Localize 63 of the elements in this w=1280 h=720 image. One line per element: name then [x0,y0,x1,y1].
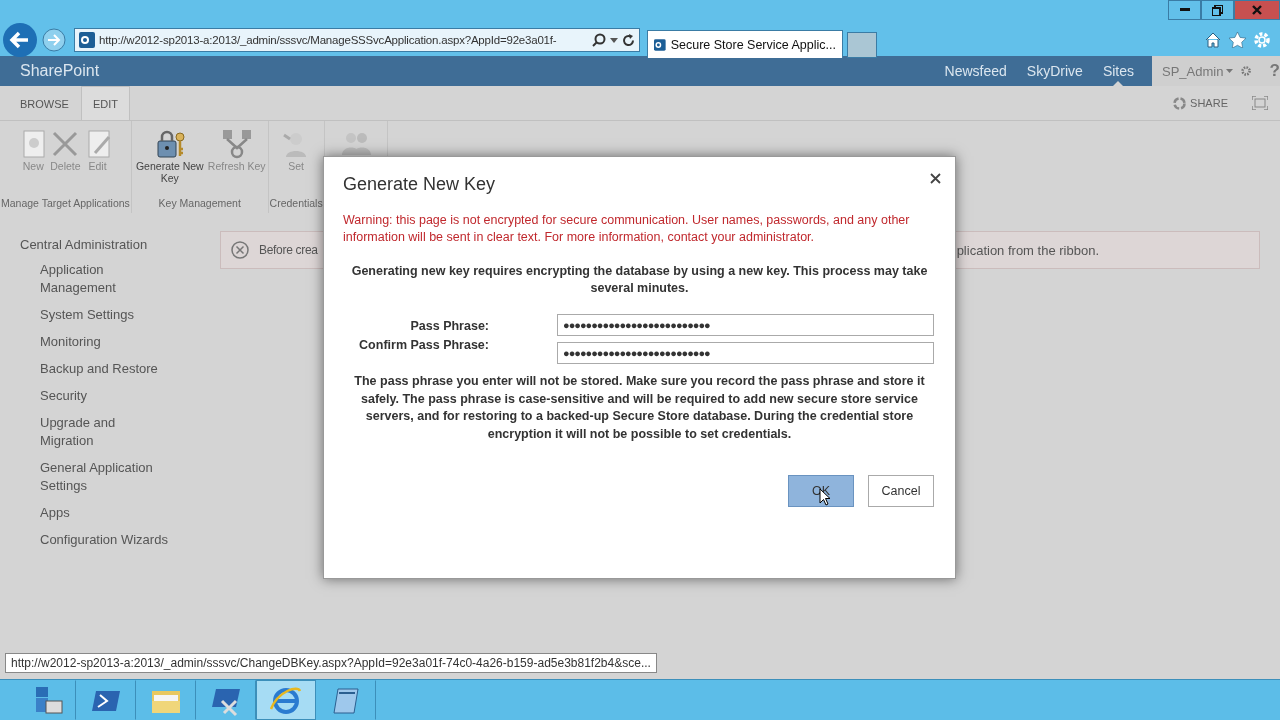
close-button[interactable] [928,171,943,186]
browser-tab[interactable]: Secure Store Service Applic... [647,30,843,58]
site-icon [79,32,95,48]
user-menu[interactable]: SP_Admin [1162,63,1234,79]
share-button[interactable]: SHARE [1173,96,1228,110]
share-icon [1173,96,1187,110]
restore-icon [1212,4,1223,16]
suite-link[interactable]: Sites [1092,56,1144,86]
nav-link[interactable]: Configuration Wizards [40,531,170,549]
close-icon [930,173,941,184]
dialog-title: Generate New Key [343,174,496,195]
refresh-icon[interactable] [622,33,635,47]
nav-link[interactable]: Backup and Restore [40,360,170,378]
nav-link[interactable]: Application Management [40,261,170,297]
help-button[interactable]: ? [1269,61,1280,81]
site-icon [654,36,666,53]
dropdown-icon[interactable] [610,37,618,43]
password-field[interactable]: ●●●●●●●●●●●●●●●●●●●●●●●●●● [557,314,934,336]
dialog-button[interactable]: Cancel [868,475,934,507]
settings-icon[interactable] [1254,32,1270,48]
minimize-icon [1179,8,1190,12]
ribbon-tab[interactable]: BROWSE [8,86,81,120]
nav-link[interactable]: Monitoring [40,333,170,351]
restore-button[interactable] [1201,0,1234,20]
padlock-key-icon [154,129,185,159]
minimize-button[interactable] [1168,0,1201,20]
intro-text: Generating new key requires encrypting the database by using a new key. This process may take several minutes. [350,263,929,297]
close-button[interactable] [1234,0,1280,20]
status-url: http://w2012-sp2013-a:2013/_admin/sssvc/ChangeDBKey.aspx?AppId=92e3a01f-74c0-4a26-b159-ad5e3b81f2b4&sce... [5,653,657,673]
warning-text: Warning: this page is not encrypted for secure communication. User names, passwords, and any other information will be sent in clear text. For more information, contact your administrator. [343,212,911,246]
brand-title: SharePoint [19,62,101,80]
nav-link[interactable]: General Application Settings [40,459,170,495]
suite-link[interactable]: Newsfeed [934,56,1017,86]
ribbon-button[interactable]: Generate New Key [132,129,207,197]
forward-icon[interactable] [42,28,66,52]
new-tab-button[interactable] [847,32,877,58]
nav-link[interactable]: Security [40,387,170,405]
nav-link[interactable]: Upgrade and Migration [40,414,170,450]
address-bar[interactable]: http://w2012-sp2013-a:2013/_admin/sssvc/ManageSSSvcApplication.aspx?AppId=92e3a01f- [74,28,640,52]
group-label: Key Management [157,197,242,211]
favorites-icon[interactable] [1229,32,1246,48]
home-icon[interactable] [1205,32,1221,48]
ribbon-tab[interactable]: EDIT [80,86,130,120]
back-icon[interactable] [2,22,38,58]
settings-icon[interactable] [1241,63,1252,79]
suite-link[interactable]: SkyDrive [1016,56,1093,86]
nav-heading[interactable]: Central Administration [20,237,200,252]
nav-link[interactable]: System Settings [40,306,170,324]
note-text: The pass phrase you enter will not be stored. Make sure you record the pass phrase and store it safely. The pass phrase is case-sensitive and will be required to add new secure store service servers, and for restoring to a backed-up Secure Store database. During the credential store encryption it will not be possible to set credentials. [353,373,926,443]
caret-icon [1226,69,1234,73]
close-icon [1252,5,1262,15]
group-label: Credentials [269,197,323,211]
message-text: plication from the ribbon. [956,242,1099,258]
nav-link[interactable]: Apps [40,504,170,522]
group-label: Manage Target Applications [1,197,130,211]
field-label: Confirm Pass Phrase: [358,338,489,352]
field-label: Pass Phrase: [409,318,489,333]
search-icon[interactable] [592,33,606,47]
refresh-key-icon [221,129,252,159]
taskbar-button[interactable] [256,680,316,720]
message-text: Before crea [259,243,318,257]
error-icon [231,241,249,259]
password-field[interactable]: ●●●●●●●●●●●●●●●●●●●●●●●●●● [557,342,934,364]
